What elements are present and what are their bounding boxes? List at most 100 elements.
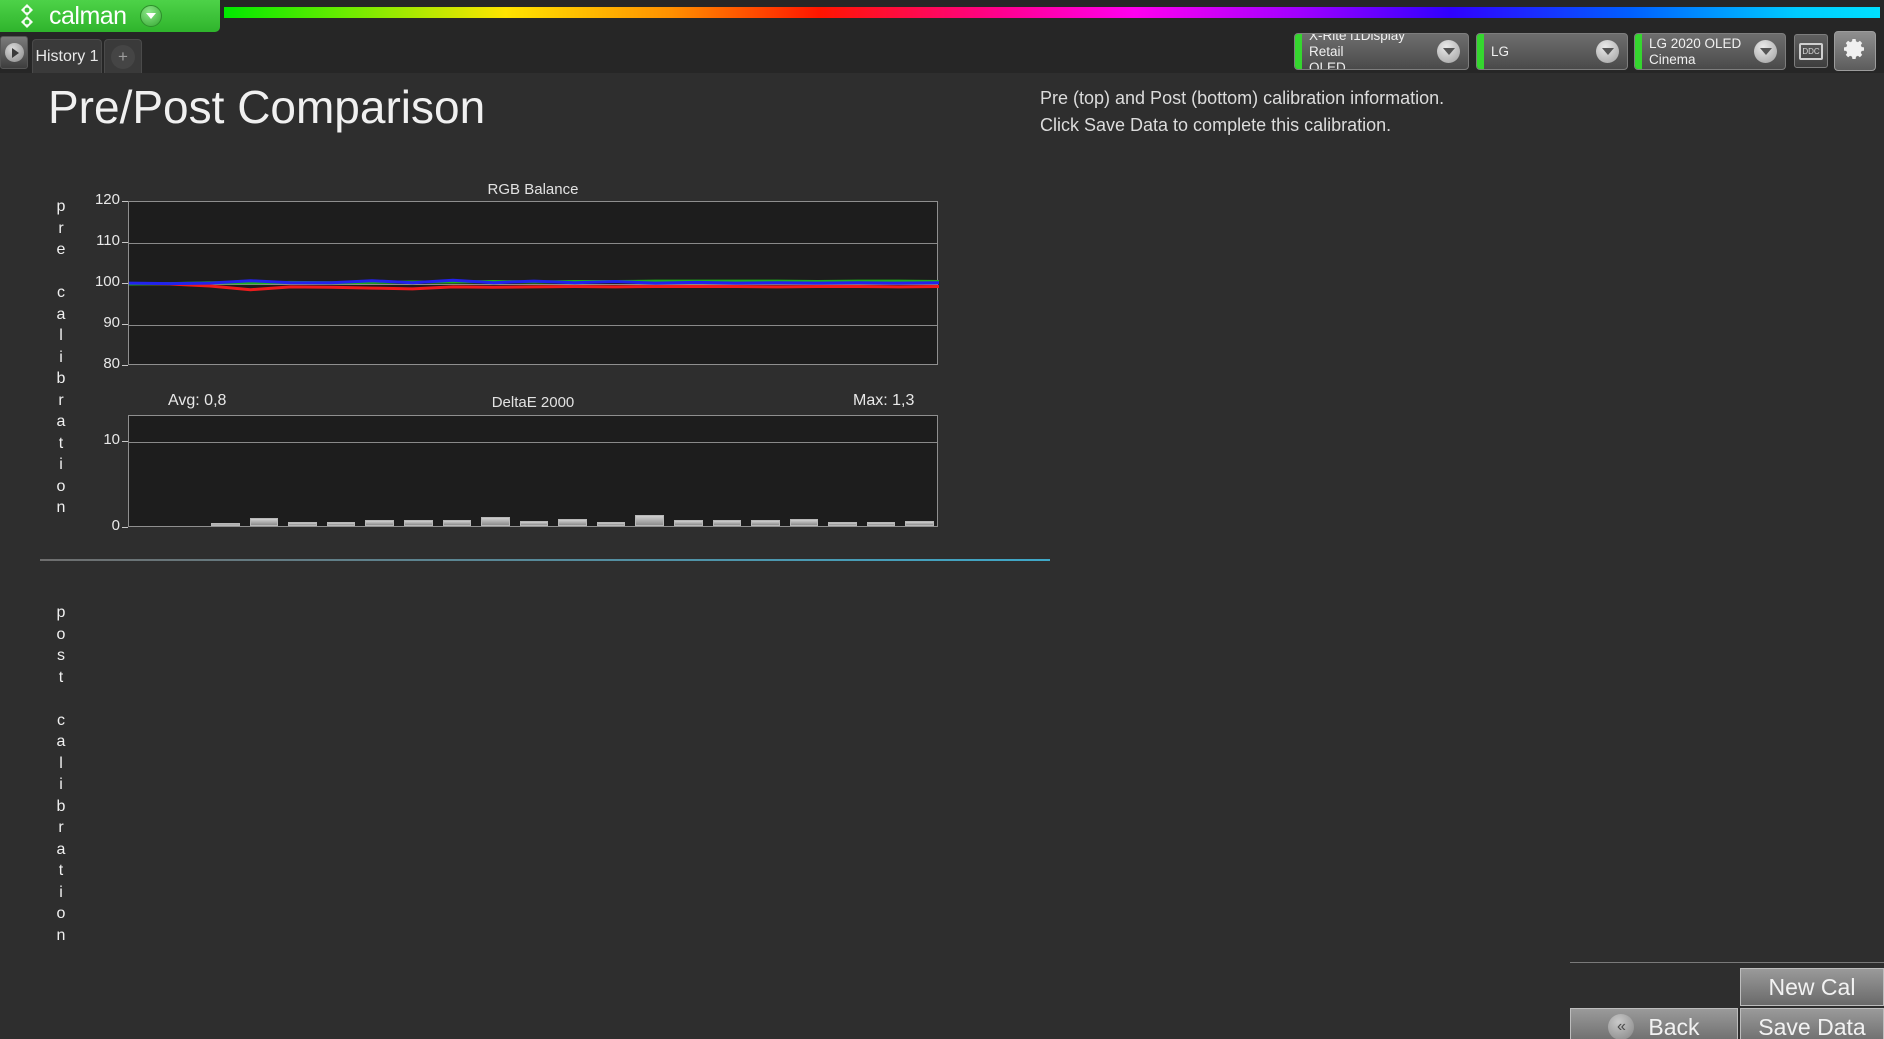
tab-history-1[interactable]: History 1 <box>32 39 102 73</box>
vertical-label-char: c <box>57 284 65 301</box>
vertical-label-char: c <box>57 711 65 729</box>
brand-label: calman <box>49 1 127 30</box>
sweep-bar <box>442 519 472 526</box>
vertical-label-char: b <box>56 797 66 815</box>
sweep-bar <box>596 521 626 526</box>
tab-history-1-label: History 1 <box>35 47 99 65</box>
status-indicator <box>1477 34 1484 69</box>
chevron-down-icon[interactable] <box>1754 40 1777 63</box>
y-tick-mark <box>122 283 128 284</box>
display-selector[interactable]: LG <box>1476 33 1628 70</box>
tab-add-button[interactable]: + <box>104 39 142 73</box>
display-name: LG <box>1491 43 1510 59</box>
preset-selector-text: LG 2020 OLED Cinema <box>1642 36 1754 68</box>
ddc-button[interactable]: DDC <box>1794 34 1828 68</box>
preset-name: LG 2020 OLED <box>1649 35 1742 51</box>
color-spectrum-bar <box>224 7 1880 18</box>
vertical-label-char: s <box>57 647 65 664</box>
vertical-label-char: t <box>58 862 64 879</box>
y-tick-label: 0 <box>111 517 120 534</box>
sweep-bar <box>211 522 240 526</box>
vertical-label-char <box>50 688 72 710</box>
sweep-bar <box>288 521 317 526</box>
status-indicator <box>1295 34 1302 69</box>
sweep-bar <box>751 519 780 526</box>
back-button[interactable]: « Back <box>1570 1008 1738 1039</box>
gridline <box>129 441 937 443</box>
display-selector-text: LG <box>1484 44 1596 60</box>
sweep-bar <box>481 516 510 526</box>
status-indicator <box>1635 34 1642 69</box>
section-divider <box>40 559 1050 561</box>
y-tick-mark <box>122 440 128 442</box>
new-cal-label: New Cal <box>1768 973 1856 1000</box>
vertical-label-char: p <box>56 198 66 215</box>
preset-selector[interactable]: LG 2020 OLED Cinema <box>1634 33 1786 70</box>
title-bar: calman <box>0 0 1884 32</box>
sweep-bar <box>519 520 549 526</box>
vertical-label-char: a <box>56 413 66 430</box>
vertical-label-char: o <box>56 625 66 643</box>
y-tick-label: 120 <box>94 191 120 208</box>
vertical-label-char: l <box>59 754 63 772</box>
header-note: Pre (top) and Post (bottom) calibration … <box>1040 85 1444 139</box>
chevron-left-icon: « <box>1608 1014 1635 1039</box>
save-data-button[interactable]: Save Data <box>1740 1008 1884 1039</box>
sweep-bar <box>905 520 934 526</box>
nav-expand-button[interactable] <box>0 36 28 69</box>
vertical-label-char: a <box>56 305 66 323</box>
meter-selector-text: X-Rite i1Display Retail OLED <box>1302 34 1437 69</box>
chevron-down-icon[interactable] <box>1437 40 1460 63</box>
y-tick-label: 80 <box>103 355 120 372</box>
vertical-label-char: r <box>58 391 64 409</box>
vertical-label-char: o <box>56 477 66 495</box>
vertical-label-char: i <box>59 776 63 793</box>
sweep-bar <box>712 519 742 526</box>
vertical-label-char: a <box>56 733 66 750</box>
vertical-label-char: r <box>58 819 64 836</box>
sweep-bar <box>558 519 587 526</box>
y-tick-mark <box>122 365 128 366</box>
vertical-label-char: e <box>56 241 66 258</box>
rgb-balance-pre-plot <box>128 201 939 365</box>
vertical-label-char: l <box>59 327 63 344</box>
sweep-bar <box>635 514 664 526</box>
vertical-label-char: b <box>56 370 66 387</box>
meter-selector[interactable]: X-Rite i1Display Retail OLED <box>1294 33 1469 70</box>
chevron-down-icon[interactable] <box>139 5 162 27</box>
back-label: Back <box>1648 1013 1700 1039</box>
gear-icon <box>1843 37 1867 66</box>
sweep-bar <box>674 519 703 526</box>
chevron-down-icon[interactable] <box>1596 40 1619 63</box>
vertical-label-char: n <box>56 499 66 516</box>
y-tick-mark <box>122 242 128 243</box>
monitor-icon: DDC <box>1799 42 1823 60</box>
vertical-label-char: a <box>56 840 66 858</box>
vertical-label-char: r <box>58 219 64 237</box>
vertical-label-char: p <box>56 604 66 621</box>
play-arrow-icon <box>4 43 24 62</box>
vertical-label-char <box>50 261 72 283</box>
vertical-label-char: i <box>59 456 63 473</box>
calman-logo-button[interactable]: calman <box>0 0 220 32</box>
y-tick-mark <box>122 527 128 528</box>
y-tick-mark <box>122 201 128 202</box>
y-tick-label: 90 <box>103 314 120 331</box>
sweep-bar <box>828 521 857 526</box>
y-tick-label: 10 <box>103 430 120 448</box>
sweep-bar <box>326 521 356 526</box>
vertical-label-char: n <box>56 926 66 944</box>
vertical-label-char: i <box>59 348 63 366</box>
pre-calibration-label: pre calibration <box>50 196 72 519</box>
y-tick-label: 110 <box>96 232 120 249</box>
vertical-label-char: t <box>58 668 64 686</box>
settings-button[interactable] <box>1834 31 1876 71</box>
new-cal-button[interactable]: New Cal <box>1740 968 1884 1006</box>
rgb-balance-pre-title: RGB Balance <box>487 181 579 198</box>
sweep-bar <box>866 521 896 526</box>
vertical-label-char: o <box>56 905 66 922</box>
post-calibration-label: post calibration <box>50 602 72 946</box>
sweep-bar <box>249 518 279 526</box>
deltae-sweep-pre-title: DeltaE 2000 <box>491 394 575 411</box>
y-tick-label: 100 <box>94 273 120 290</box>
